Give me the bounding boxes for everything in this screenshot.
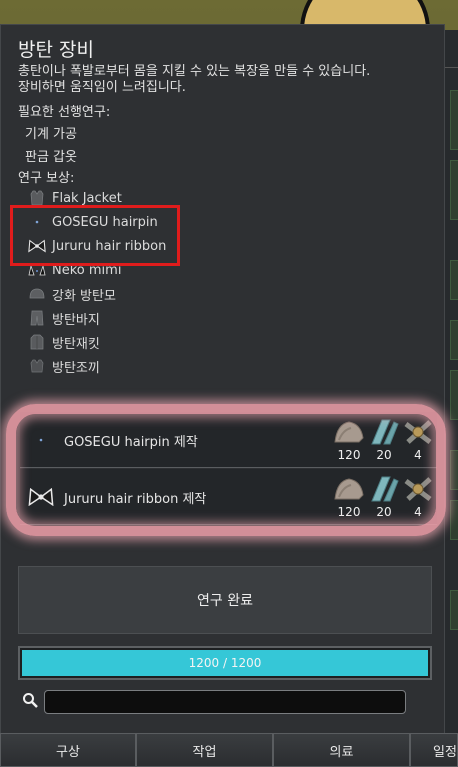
helmet-icon (28, 285, 46, 303)
prerequisites-label: 필요한 선행연구: (18, 105, 111, 120)
reward-item[interactable]: 강화 방탄모 (28, 284, 116, 304)
research-title: 방탄 장비 (18, 39, 94, 61)
progress-text: 1200 / 1200 (188, 656, 262, 670)
tab-schedule[interactable]: 일정 (410, 733, 458, 767)
jacket-icon (28, 333, 46, 351)
bottom-tab-bar: 구상 작업 의료 일정 (0, 733, 458, 767)
reward-item[interactable]: 방탄조끼 (28, 356, 100, 376)
reward-item[interactable]: 방탄바지 (28, 308, 100, 328)
reward-label: 방탄조끼 (52, 360, 100, 376)
tab-work[interactable]: 작업 (136, 733, 273, 767)
prerequisite-item[interactable]: 기계 가공 (25, 123, 77, 142)
tab-architect[interactable]: 구상 (0, 733, 136, 767)
reward-label: 방탄바지 (52, 312, 100, 328)
search-icon (23, 693, 38, 708)
progress-bar: 1200 / 1200 (18, 646, 432, 680)
reward-label: Flak Jacket (52, 190, 122, 206)
tab-medical[interactable]: 의료 (273, 733, 410, 767)
complete-research-button[interactable]: 연구 완료 (18, 566, 432, 634)
research-description: 총탄이나 폭발로부터 몸을 지킬 수 있는 복장을 만들 수 있습니다. 장비하… (18, 64, 371, 95)
reward-item[interactable]: 방탄재킷 (28, 332, 100, 352)
rewards-label: 연구 보상: (18, 171, 75, 186)
search-input[interactable] (44, 690, 406, 714)
highlight-box (10, 205, 180, 266)
vest-icon (28, 357, 46, 375)
pants-icon (28, 309, 46, 327)
reward-label: 방탄재킷 (52, 336, 100, 352)
prerequisite-item[interactable]: 판금 갑옷 (25, 146, 77, 165)
highlight-glow (6, 404, 446, 536)
reward-label: 강화 방탄모 (52, 288, 116, 304)
